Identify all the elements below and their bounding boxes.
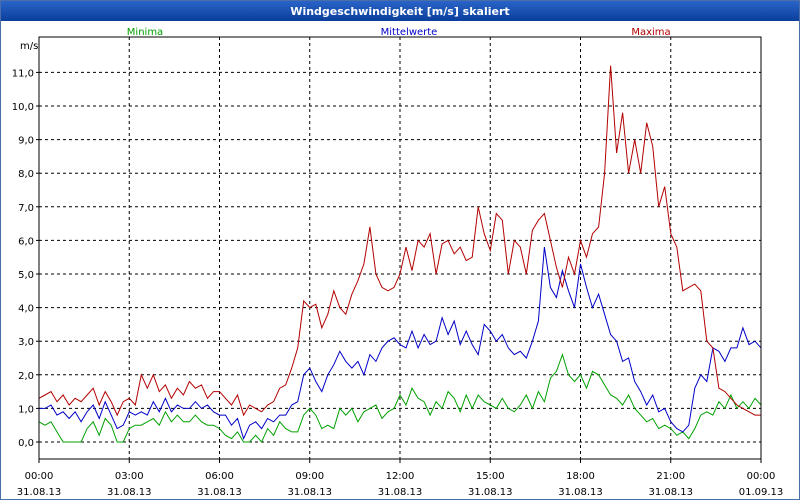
x-tick-label-date: 31.08.13 <box>468 487 513 498</box>
legend-item-mittelwerte: Mittelwerte <box>381 27 438 38</box>
x-tick-label-date: 31.08.13 <box>287 487 332 498</box>
x-tick-label-date: 31.08.13 <box>648 487 693 498</box>
y-tick-label: 9,0 <box>18 136 34 147</box>
x-tick-label-time: 06:00 <box>205 471 234 482</box>
legend-item-minima: Minima <box>127 27 163 38</box>
x-tick-label-time: 21:00 <box>656 471 685 482</box>
x-tick-label-date: 01.09.13 <box>739 487 784 498</box>
line-chart: 0,0 1,0 2,0 3,0 4,0 5,0 6,0 7,0 8,0 9,0 10,0 11,0 0… <box>12 27 784 498</box>
y-tick-label: 6,0 <box>18 236 34 247</box>
x-tick-label-date: 31.08.13 <box>378 487 423 498</box>
y-tick-label: 8,0 <box>18 169 34 180</box>
y-tick-label: 11,0 <box>12 68 34 79</box>
y-tick-label: 1,0 <box>18 404 34 415</box>
x-tick-label-time: 15:00 <box>476 471 505 482</box>
x-tick-label-time: 09:00 <box>295 471 324 482</box>
x-tick-label-date: 31.08.13 <box>558 487 603 498</box>
y-tick-label: 2,0 <box>18 371 34 382</box>
y-tick-label: 4,0 <box>18 304 34 315</box>
x-tick-label-time: 03:00 <box>115 471 144 482</box>
y-tick-label: 3,0 <box>18 337 34 348</box>
y-axis: 0,0 1,0 2,0 3,0 4,0 5,0 6,0 7,0 8,0 9,0 10,0 11,0 <box>12 68 39 449</box>
y-tick-label: 7,0 <box>18 203 34 214</box>
y-tick-label: 0,0 <box>18 438 34 449</box>
x-tick-label-time: 00:00 <box>25 471 54 482</box>
legend-item-maxima: Maxima <box>631 27 670 38</box>
legend: Minima Mittelwerte Maxima <box>127 27 671 38</box>
y-tick-label: 10,0 <box>12 102 34 113</box>
y-axis-label: m/s <box>20 41 38 52</box>
x-axis: 00:00 31.08.13 03:00 31.08.13 06:00 31.08.13 0… <box>17 459 784 498</box>
y-tick-label: 5,0 <box>18 270 34 281</box>
x-tick-label-time: 18:00 <box>566 471 595 482</box>
x-tick-label-time: 00:00 <box>747 471 776 482</box>
x-tick-label-date: 31.08.13 <box>17 487 62 498</box>
x-tick-label-date: 31.08.13 <box>197 487 242 498</box>
x-tick-label-time: 12:00 <box>386 471 415 482</box>
x-tick-label-date: 31.08.13 <box>107 487 152 498</box>
